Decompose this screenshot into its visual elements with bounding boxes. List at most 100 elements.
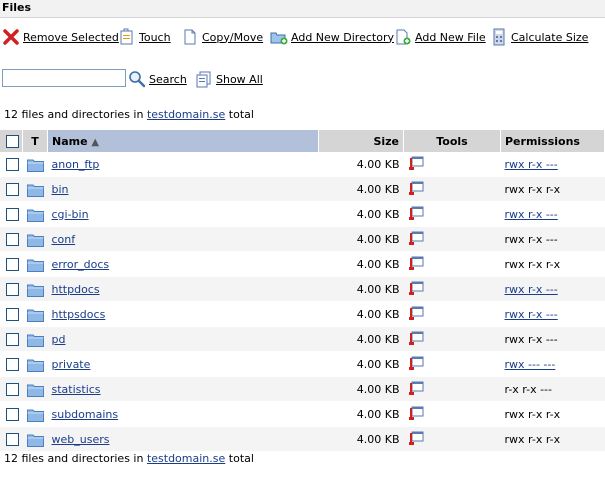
domain-link[interactable]: testdomain.se	[147, 108, 225, 121]
permissions-cell: r-x r-x ---	[500, 376, 605, 402]
row-checkbox-cell[interactable]	[0, 376, 23, 402]
file-name-link[interactable]: httpsdocs	[52, 308, 106, 321]
edit-properties-icon[interactable]	[408, 380, 424, 399]
row-checkbox[interactable]	[6, 357, 19, 371]
permissions-cell: rwx r-x ---	[500, 326, 605, 352]
edit-properties-icon[interactable]	[408, 230, 424, 249]
copy-move-button[interactable]: Copy/Move	[181, 26, 263, 48]
permissions-header[interactable]: Permissions	[500, 130, 605, 152]
edit-properties-icon[interactable]	[408, 405, 424, 424]
section-title: Files	[2, 1, 32, 14]
tools-cell	[403, 301, 501, 327]
folder-icon	[26, 408, 44, 422]
calculate-size-icon	[490, 28, 508, 46]
file-name-link[interactable]: error_docs	[52, 258, 110, 271]
size-cell: 4.00 KB	[318, 376, 404, 402]
size-cell: 4.00 KB	[318, 326, 404, 352]
edit-properties-icon[interactable]	[408, 205, 424, 224]
row-checkbox[interactable]	[6, 207, 19, 221]
search-input[interactable]	[2, 69, 126, 87]
size-cell: 4.00 KB	[318, 401, 404, 427]
file-name-link[interactable]: private	[52, 358, 91, 371]
permissions-value[interactable]: rwx --- ---	[505, 358, 556, 371]
edit-properties-icon[interactable]	[408, 155, 424, 174]
show-all-button[interactable]: Show All	[195, 68, 263, 90]
row-checkbox[interactable]	[6, 257, 19, 271]
size-cell: 4.00 KB	[318, 276, 404, 302]
search-button[interactable]: Search	[128, 68, 187, 90]
row-checkbox[interactable]	[6, 432, 19, 446]
permissions-cell: rwx r-x r-x	[500, 176, 605, 202]
edit-properties-icon[interactable]	[408, 330, 424, 349]
row-checkbox-cell[interactable]	[0, 276, 23, 302]
row-checkbox-cell[interactable]	[0, 326, 23, 352]
row-checkbox-cell[interactable]	[0, 201, 23, 227]
remove-selected-button[interactable]: Remove Selected	[2, 26, 119, 48]
row-checkbox[interactable]	[6, 182, 19, 196]
file-name-link[interactable]: httpdocs	[52, 283, 100, 296]
row-checkbox-cell[interactable]	[0, 426, 23, 452]
file-name-link[interactable]: statistics	[52, 383, 101, 396]
permissions-value: rwx r-x r-x	[504, 257, 561, 271]
select-all-header[interactable]	[0, 130, 23, 152]
size-cell: 4.00 KB	[318, 226, 404, 252]
table-row: statistics 4.00 KB r-x r-x ---	[0, 376, 605, 402]
add-new-file-button[interactable]: Add New File	[394, 26, 486, 48]
row-checkbox-cell[interactable]	[0, 226, 23, 252]
row-checkbox-cell[interactable]	[0, 251, 23, 277]
table-row: anon_ftp 4.00 KB rwx r-x ---	[0, 152, 605, 177]
edit-properties-icon[interactable]	[408, 305, 424, 324]
edit-properties-icon[interactable]	[408, 355, 424, 374]
calculate-size-button[interactable]: Calculate Size	[490, 26, 588, 48]
type-cell	[22, 201, 48, 227]
file-name-link[interactable]: subdomains	[52, 408, 119, 421]
edit-properties-icon[interactable]	[408, 180, 424, 199]
summary-top: 12 files and directories in testdomain.s…	[4, 108, 254, 121]
row-checkbox-cell[interactable]	[0, 301, 23, 327]
row-checkbox[interactable]	[6, 407, 19, 421]
domain-link[interactable]: testdomain.se	[147, 452, 225, 465]
tools-cell	[403, 226, 501, 252]
search-row: Search Show All	[0, 68, 605, 90]
tools-cell	[403, 351, 501, 377]
edit-properties-icon[interactable]	[408, 280, 424, 299]
type-header[interactable]: T	[22, 130, 48, 152]
name-header[interactable]: Name ▲	[47, 130, 319, 152]
permissions-value[interactable]: rwx r-x ---	[505, 208, 558, 221]
edit-properties-icon[interactable]	[408, 430, 424, 449]
row-checkbox-cell[interactable]	[0, 401, 23, 427]
touch-button[interactable]: Touch	[118, 26, 171, 48]
permissions-value[interactable]: rwx r-x ---	[505, 158, 558, 171]
folder-icon	[26, 258, 44, 272]
size-header[interactable]: Size	[318, 130, 404, 152]
permissions-value[interactable]: rwx r-x ---	[505, 308, 558, 321]
row-checkbox-cell[interactable]	[0, 176, 23, 202]
folder-icon	[26, 358, 44, 372]
folder-icon	[26, 308, 44, 322]
file-name-link[interactable]: anon_ftp	[52, 158, 100, 171]
folder-icon	[26, 183, 44, 197]
size-cell: 4.00 KB	[318, 152, 404, 177]
select-all-checkbox[interactable]	[6, 134, 19, 148]
file-name-link[interactable]: conf	[52, 233, 76, 246]
row-checkbox-cell[interactable]	[0, 152, 23, 177]
file-name-link[interactable]: cgi-bin	[52, 208, 89, 221]
edit-properties-icon[interactable]	[408, 255, 424, 274]
add-new-directory-button[interactable]: Add New Directory	[270, 26, 394, 48]
permissions-cell: rwx r-x ---	[500, 276, 605, 302]
row-checkbox-cell[interactable]	[0, 351, 23, 377]
row-checkbox[interactable]	[6, 157, 19, 171]
file-name-link[interactable]: bin	[52, 183, 69, 196]
row-checkbox[interactable]	[6, 307, 19, 321]
row-checkbox[interactable]	[6, 382, 19, 396]
permissions-value[interactable]: rwx r-x ---	[505, 283, 558, 296]
row-checkbox[interactable]	[6, 232, 19, 246]
search-icon	[128, 70, 146, 88]
type-cell	[22, 301, 48, 327]
file-name-link[interactable]: web_users	[52, 433, 110, 446]
row-checkbox[interactable]	[6, 332, 19, 346]
row-checkbox[interactable]	[6, 282, 19, 296]
table-row: web_users 4.00 KB rwx r-x r-x	[0, 426, 605, 452]
type-cell	[22, 326, 48, 352]
file-name-link[interactable]: pd	[52, 333, 66, 346]
